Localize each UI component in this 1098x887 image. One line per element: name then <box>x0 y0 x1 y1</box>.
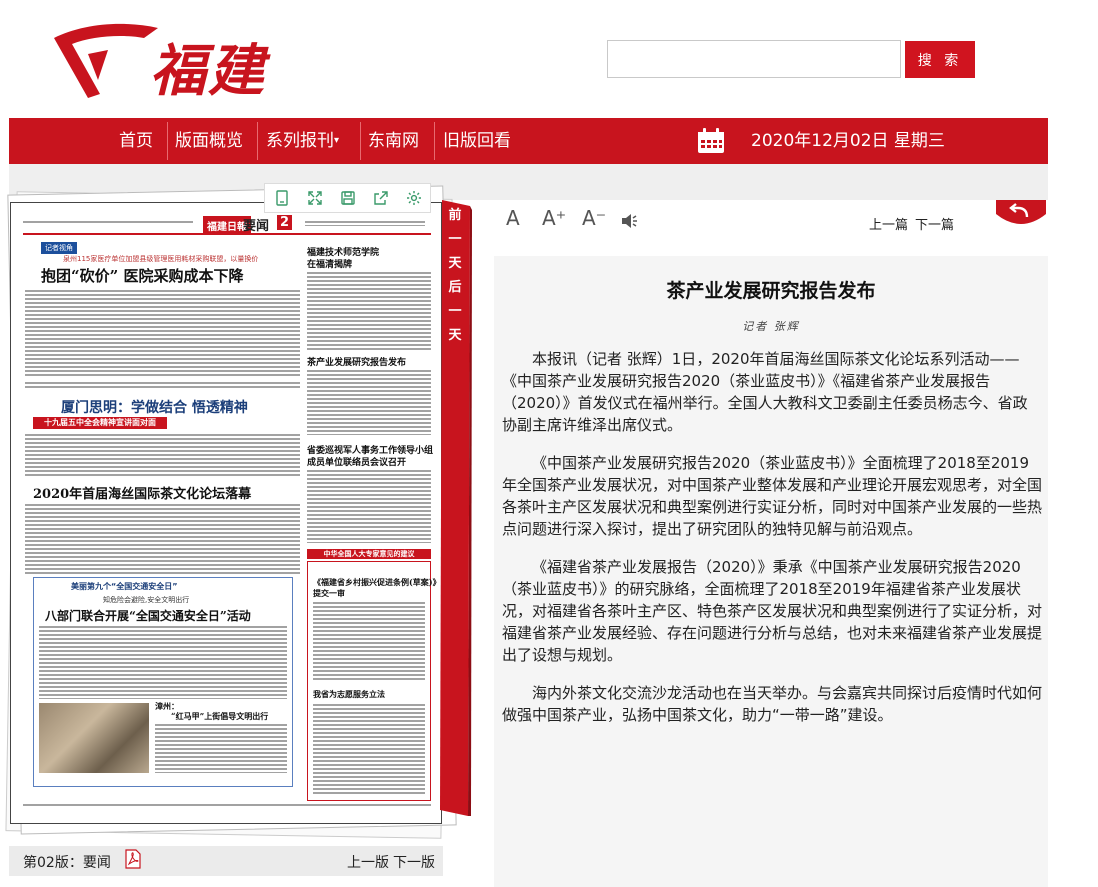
prev-article-link[interactable]: 上一篇 <box>869 214 908 233</box>
page-label[interactable]: 第02版：要闻 <box>23 852 111 872</box>
article-paragraph: 海内外茶文化交流沙龙活动也在当天举办。与会嘉宾共同探讨后疫情时代如何做强中国茶产… <box>502 684 1043 724</box>
page-dateline <box>23 220 193 224</box>
nav-divider <box>360 122 361 160</box>
headline-tea-report[interactable]: 茶产业发展研究报告发布 <box>307 355 406 368</box>
body-text <box>25 433 300 477</box>
page-editor-line <box>305 220 425 226</box>
prev-page-link[interactable]: 上一版 <box>347 852 389 872</box>
ribbon-links: 前 一 天 后 一 天 <box>443 204 467 348</box>
headline-normal-univ-2: 在福清揭牌 <box>307 260 353 270</box>
share-icon[interactable] <box>364 184 397 212</box>
headline-rural-law[interactable]: 《福建省乡村振兴促进条例(草案)》 <box>313 577 441 588</box>
pdf-icon[interactable] <box>125 849 141 869</box>
main-nav: 首页 版面概览 系列报刊▾ 东南网 旧版回看 2020年12月02日 星期三 <box>9 118 1048 164</box>
article-panel: 茶产业发展研究报告发布 记者 张辉 本报讯（记者 张辉）1日，2020年首届海丝… <box>494 256 1048 887</box>
search-button[interactable]: 搜 索 <box>905 41 975 78</box>
page-header: 福建日報 要闻 2 <box>23 215 431 235</box>
article-title: 茶产业发展研究报告发布 <box>666 280 876 302</box>
nav-item-archive[interactable]: 旧版回看 <box>443 118 511 164</box>
page-root: 福建日報 搜 索 首页 版面概览 系列报刊▾ 东南网 旧版回看 2020年12月… <box>0 0 1098 887</box>
body-text <box>307 469 431 543</box>
news-photo[interactable] <box>39 703 149 773</box>
body-text <box>313 601 425 681</box>
logo-swoosh-icon <box>54 23 158 99</box>
fullscreen-icon[interactable] <box>298 184 331 212</box>
speaker-icon[interactable] <box>620 212 640 230</box>
ribbon-prev-day[interactable]: 前 一 天 <box>443 204 467 276</box>
nav-divider <box>434 122 435 160</box>
page-number: 2 <box>277 215 293 230</box>
headline-tea-forum[interactable]: 2020年首届海丝国际茶文化论坛落幕 <box>33 483 251 502</box>
story-kicker: 泉州115家医疗单位加盟县级管理医用耗材采购联盟，以量换价 <box>63 255 259 263</box>
ribbon-char: 天 <box>448 256 462 271</box>
newspaper-page[interactable]: 福建日報 要闻 2 记者视角 泉州115家医疗单位加盟县级管理医用耗材采购联盟，… <box>10 202 442 824</box>
calendar-icon[interactable] <box>697 128 725 154</box>
font-normal-button[interactable]: A <box>506 206 520 230</box>
ribbon-next-day[interactable]: 后 一 天 <box>443 276 467 348</box>
page-view-icon[interactable] <box>265 184 298 212</box>
next-article-link[interactable]: 下一篇 <box>915 214 954 233</box>
headline-rural-law-2: 提交一审 <box>313 588 345 598</box>
ribbon-char: 一 <box>448 232 462 247</box>
nav-item-dongnan[interactable]: 东南网 <box>368 118 419 164</box>
headline-red-vest[interactable]: “红马甲”上街倡导文明出行 <box>171 711 268 722</box>
chevron-down-icon: ▾ <box>334 135 340 146</box>
headline-veterans-2: 成员单位联络员会议召开 <box>307 458 407 468</box>
body-text <box>155 723 287 773</box>
page-footer: 第02版：要闻 上一版 下一版 <box>9 846 443 876</box>
next-page-link[interactable]: 下一版 <box>393 852 435 872</box>
body-text <box>25 289 300 377</box>
body-text <box>39 625 287 699</box>
headline-siming[interactable]: 厦门思明：学做结合 悟透精神 <box>61 397 248 417</box>
article-toolbar: A A⁺ A⁻ <box>494 200 1048 244</box>
headline-procurement[interactable]: 抱团“砍价” 医院采购成本下降 <box>41 265 243 286</box>
article-paragraph: 《中国茶产业发展研究报告2020（茶业蓝皮书）》全面梳理了2018至2019年全… <box>502 454 1043 538</box>
article-paragraph: 本报讯（记者 张辉）1日，2020年首届海丝国际茶文化论坛系列活动——《中国茶产… <box>502 350 1028 434</box>
settings-gear-icon[interactable] <box>397 184 430 212</box>
section-banner: 十九届五中全会精神宣讲面对面 <box>33 417 167 429</box>
ribbon-char: 后 <box>448 280 462 295</box>
body-text <box>307 271 431 351</box>
box-subtitle: 知危险会避险,安全文明出行 <box>103 596 190 604</box>
page-toolbar <box>264 183 431 213</box>
article-author: 记者 张辉 <box>742 320 800 333</box>
story-tag: 记者视角 <box>41 242 77 254</box>
nav-item-series[interactable]: 系列报刊▾ <box>266 118 339 164</box>
font-smaller-button[interactable]: A⁻ <box>582 206 606 230</box>
nav-divider <box>167 122 168 160</box>
body-text <box>307 369 431 435</box>
ribbon-char: 前 <box>448 208 462 223</box>
section-banner: 中华全国人大专家意见的建议 <box>307 549 431 559</box>
back-arrow-icon[interactable] <box>996 200 1046 230</box>
font-larger-button[interactable]: A⁺ <box>542 206 566 230</box>
nav-item-page-overview[interactable]: 版面概览 <box>175 118 243 164</box>
current-date: 2020年12月02日 星期三 <box>751 131 945 151</box>
page-footer-line <box>23 803 431 807</box>
page-section: 要闻 <box>243 219 270 234</box>
search-input[interactable] <box>607 40 901 78</box>
ribbon-char: 一 <box>448 304 462 319</box>
nav-item-series-label: 系列报刊 <box>266 131 334 151</box>
site-logo[interactable]: 福建日報 <box>52 20 322 185</box>
save-icon[interactable] <box>331 184 364 212</box>
ribbon-char: 天 <box>448 328 462 343</box>
body-text <box>25 503 300 575</box>
body-text <box>313 703 425 795</box>
nav-divider <box>257 122 258 160</box>
body-text <box>25 381 300 389</box>
headline-volunteer[interactable]: 我省为志愿服务立法 <box>313 689 385 700</box>
article-body: 本报讯（记者 张辉）1日，2020年首届海丝国际茶文化论坛系列活动——《中国茶产… <box>502 348 1042 742</box>
box-kicker: 美丽第九个“全国交通安全日” <box>71 582 178 591</box>
headline-traffic-day[interactable]: 八部门联合开展“全国交通安全日”活动 <box>45 607 251 624</box>
article-paragraph: 《福建省茶产业发展报告（2020）》秉承《中国茶产业发展研究报告2020（茶业蓝… <box>502 558 1043 664</box>
nav-item-home[interactable]: 首页 <box>119 118 153 164</box>
